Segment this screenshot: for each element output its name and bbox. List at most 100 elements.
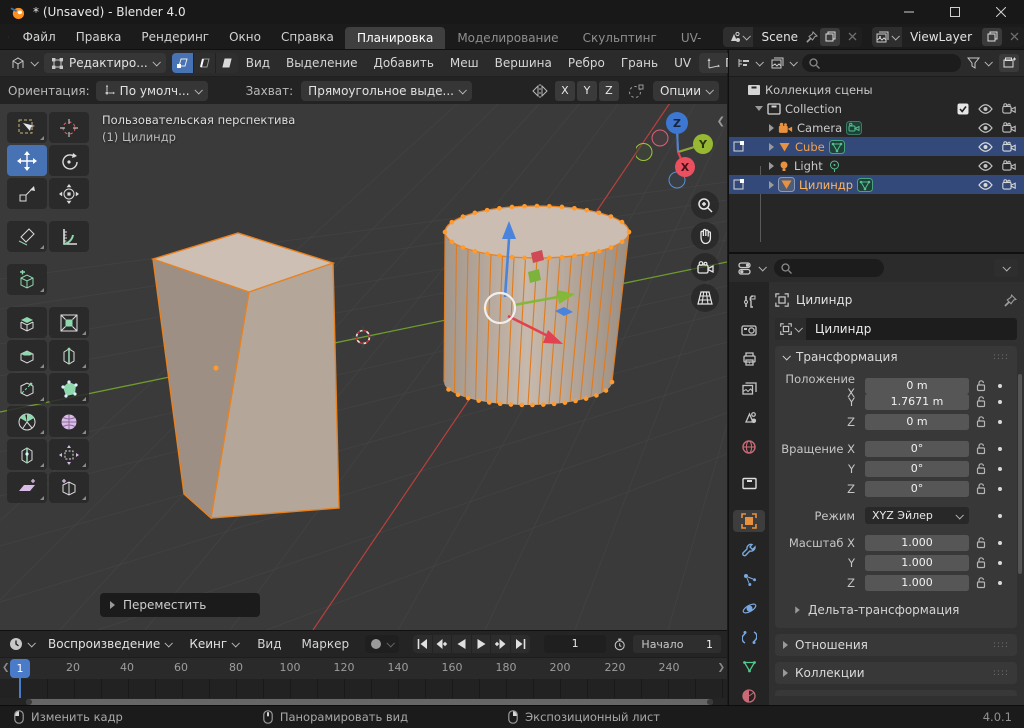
jump-to-end-button[interactable] (511, 635, 530, 653)
animate-dot[interactable] (993, 514, 1007, 518)
menu-add[interactable]: Добавить (366, 56, 442, 70)
menu-view[interactable]: Вид (238, 56, 278, 70)
play-reverse-button[interactable] (452, 635, 472, 653)
outliner-filter-button[interactable] (964, 53, 994, 73)
scroll-right-arrow[interactable]: ❯ (717, 663, 725, 673)
scene-collection-row[interactable]: Коллекция сцены (729, 80, 1024, 99)
orientation-dropdown[interactable]: По умолч... (96, 81, 208, 101)
collection-row[interactable]: Collection (729, 99, 1024, 118)
tab-scene[interactable] (733, 407, 765, 429)
lock-button[interactable] (969, 396, 993, 408)
light-data-badge[interactable] (827, 159, 842, 173)
playhead[interactable]: 1 (10, 659, 30, 678)
animate-dot[interactable] (993, 581, 1007, 585)
camera-toggle-icon[interactable] (1002, 179, 1016, 190)
properties-editor-type-button[interactable] (735, 258, 768, 278)
viewlayer-browse-button[interactable] (872, 27, 902, 47)
timeline-channels[interactable] (0, 679, 727, 698)
gizmo-axis-neg-x[interactable] (652, 130, 668, 146)
lock-button[interactable] (969, 537, 993, 549)
scene-browse-button[interactable] (723, 27, 753, 47)
viewlayer-name[interactable]: ViewLayer (902, 30, 980, 44)
menu-file[interactable]: Файл (13, 24, 66, 50)
animate-dot[interactable] (993, 384, 1007, 388)
tab-object-data[interactable] (733, 656, 765, 678)
lock-button[interactable] (969, 416, 993, 428)
menu-select[interactable]: Выделение (278, 56, 365, 70)
scroll-left-arrow[interactable]: ❮ (2, 663, 10, 673)
close-button[interactable] (978, 0, 1024, 24)
keying-menu[interactable]: Кеинг (182, 634, 245, 654)
record-button[interactable] (371, 639, 381, 649)
workspace-tab-modeling[interactable]: Моделирование (445, 27, 570, 49)
eye-icon[interactable] (978, 142, 993, 152)
outliner-row-light[interactable]: Light (729, 156, 1024, 175)
scene-new-button[interactable] (820, 28, 840, 46)
pin-icon[interactable] (1004, 294, 1017, 307)
animate-dot[interactable] (993, 420, 1007, 424)
poly-build-tool[interactable] (49, 373, 89, 404)
animate-dot[interactable] (993, 467, 1007, 471)
rip-region-tool[interactable] (49, 472, 89, 503)
move-tool[interactable] (7, 145, 47, 176)
maximize-button[interactable] (932, 0, 978, 24)
knife-tool[interactable] (7, 373, 47, 404)
location-z-field[interactable]: 0 m (865, 414, 969, 430)
transform-tool[interactable] (49, 178, 89, 209)
scale-y-field[interactable]: 1.000 (865, 555, 969, 571)
collections-panel[interactable]: Коллекции :::: (775, 662, 1017, 684)
scale-tool[interactable] (7, 178, 47, 209)
disclosure-triangle-icon[interactable] (769, 143, 774, 151)
grip-icon[interactable]: :::: (993, 352, 1009, 362)
outliner-filter-image-button[interactable] (768, 53, 799, 73)
location-x-field[interactable]: 0 m (865, 378, 969, 394)
scene-unlink-button[interactable] (842, 28, 862, 46)
operator-panel[interactable]: Переместить (100, 593, 260, 617)
animate-dot[interactable] (993, 541, 1007, 545)
proportional-edit-icon[interactable] (627, 83, 645, 99)
object-id-browse-button[interactable] (775, 318, 806, 340)
rotation-z-field[interactable]: 0° (865, 481, 969, 497)
rotate-tool[interactable] (49, 145, 89, 176)
rotation-mode-dropdown[interactable]: XYZ Эйлер (865, 507, 969, 524)
disclosure-triangle-icon[interactable] (769, 181, 774, 189)
properties-scrollbar[interactable] (1018, 374, 1022, 574)
lock-button[interactable] (969, 463, 993, 475)
grip-icon[interactable]: :::: (993, 668, 1009, 678)
menu-vertex[interactable]: Вершина (487, 56, 560, 70)
viewport-3d[interactable]: Пользовательская перспектива (1) Цилиндр… (0, 104, 727, 630)
camera-toggle-icon[interactable] (1002, 160, 1016, 171)
animate-dot[interactable] (993, 400, 1007, 404)
rotation-y-field[interactable]: 0° (865, 461, 969, 477)
properties-search-input[interactable] (774, 259, 884, 277)
relations-panel[interactable]: Отношения :::: (775, 634, 1017, 656)
disclosure-triangle-icon[interactable] (755, 106, 763, 111)
outliner-row-camera[interactable]: Camera (729, 118, 1024, 137)
viewlayer-remove-button[interactable] (1004, 28, 1024, 46)
select-box-tool[interactable] (7, 112, 47, 143)
playhead-line[interactable] (19, 677, 21, 698)
scene-name[interactable]: Scene (753, 30, 806, 44)
disclosure-triangle-icon[interactable] (769, 124, 774, 132)
menu-face[interactable]: Грань (613, 56, 666, 70)
edge-select-button[interactable] (194, 53, 216, 73)
navigation-gizmo[interactable]: Z Y X (636, 108, 720, 192)
cursor-tool[interactable] (49, 112, 89, 143)
grip-icon[interactable]: :::: (993, 640, 1009, 650)
eye-icon[interactable] (978, 104, 993, 114)
tab-tool[interactable] (733, 290, 765, 312)
zoom-button[interactable] (691, 191, 719, 219)
annotate-tool[interactable] (7, 221, 47, 252)
new-collection-button[interactable] (999, 54, 1019, 72)
mesh-data-badge[interactable] (857, 178, 873, 192)
prev-keyframe-button[interactable] (433, 635, 453, 653)
tab-view-layer[interactable] (733, 377, 765, 399)
shear-tool[interactable] (7, 472, 47, 503)
lock-button[interactable] (969, 557, 993, 569)
tab-collection[interactable] (733, 473, 765, 495)
workspace-tab-uv[interactable]: UV- (669, 27, 714, 49)
scale-z-field[interactable]: 1.000 (865, 575, 969, 591)
breadcrumb-object-name[interactable]: Цилиндр (796, 293, 852, 307)
camera-toggle-icon[interactable] (1002, 122, 1016, 133)
measure-tool[interactable] (49, 221, 89, 252)
